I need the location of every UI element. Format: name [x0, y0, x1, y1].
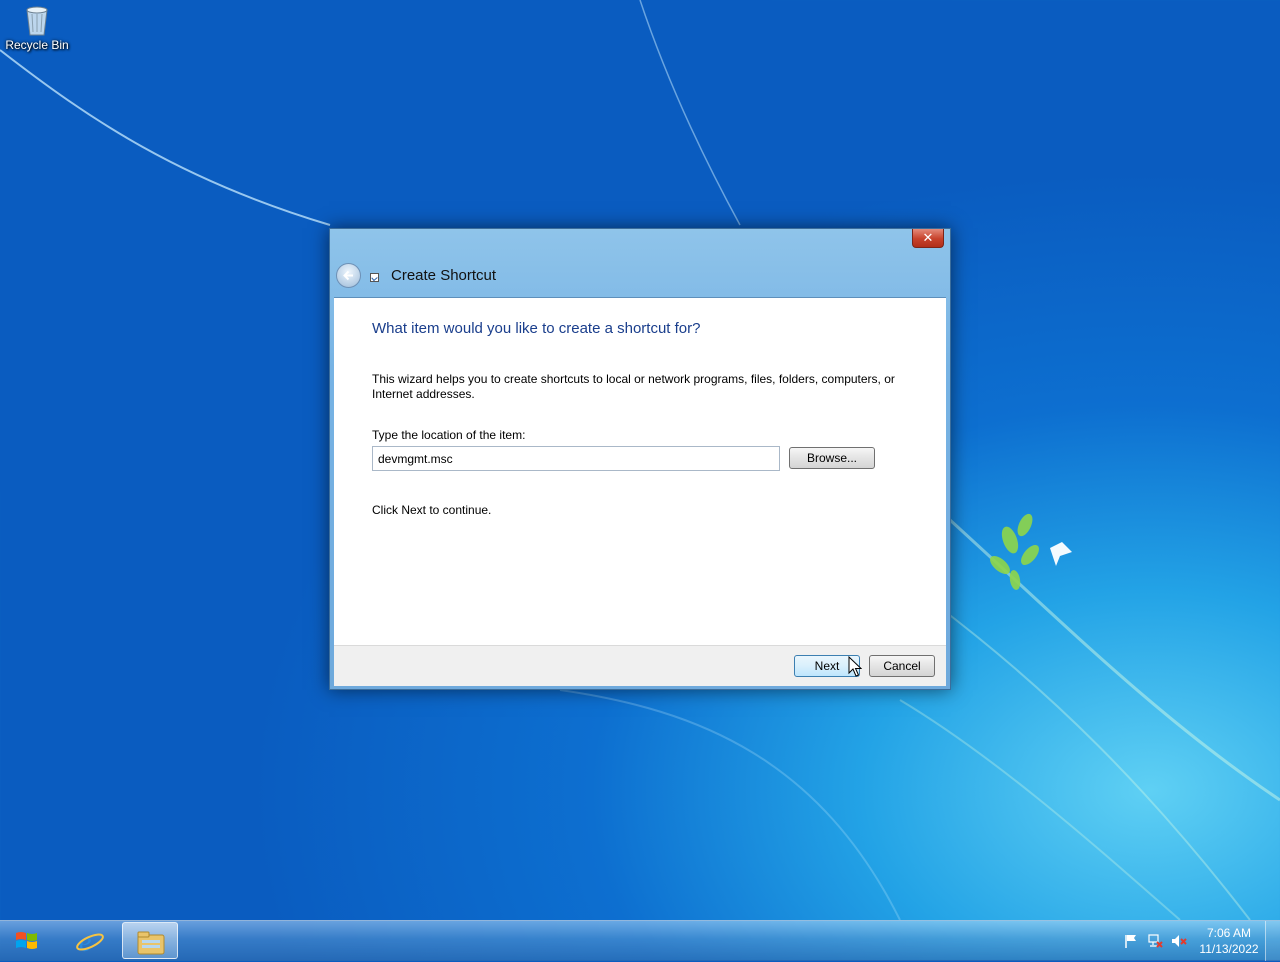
taskbar-clock[interactable]: 7:06 AM 11/13/2022 [1196, 925, 1262, 957]
clock-time: 7:06 AM [1206, 926, 1252, 940]
location-input[interactable] [372, 446, 780, 471]
mouse-cursor-icon [848, 656, 862, 677]
shortcut-icon [370, 273, 379, 282]
wizard-heading: What item would you like to create a sho… [372, 320, 701, 337]
cancel-button[interactable]: Cancel [869, 655, 935, 677]
start-orb-icon [16, 932, 37, 949]
wizard-description: This wizard helps you to create shortcut… [372, 372, 895, 401]
create-shortcut-dialog: ✕ Create Shortcut What item would you li… [329, 228, 951, 690]
location-label: Type the location of the item: [372, 428, 526, 442]
browse-button[interactable]: Browse... [789, 447, 875, 469]
back-button[interactable] [336, 263, 361, 288]
back-arrow-icon [343, 270, 353, 281]
start-button[interactable] [6, 923, 48, 959]
leaf-branch [990, 513, 1039, 590]
taskbar: e 7:06 AM 11/13/2022 [0, 920, 1280, 961]
show-desktop-button[interactable] [1265, 921, 1280, 961]
clock-date: 11/13/2022 [1199, 942, 1259, 956]
desktop-icon-label: Recycle Bin [5, 38, 69, 52]
action-center-flag-icon[interactable] [1123, 933, 1139, 949]
internet-explorer-icon: e [76, 927, 104, 956]
wizard-content: What item would you like to create a sho… [334, 297, 946, 646]
desktop-icon-recycle-bin[interactable]: Recycle Bin [2, 4, 72, 52]
taskbar-windows-explorer[interactable] [122, 922, 178, 959]
volume-muted-icon[interactable] [1171, 933, 1187, 949]
dialog-title: Create Shortcut [391, 267, 497, 284]
close-button[interactable]: ✕ [912, 229, 944, 248]
continue-instruction: Click Next to continue. [372, 503, 492, 517]
network-icon[interactable] [1147, 933, 1163, 949]
windows-explorer-icon [137, 931, 165, 955]
recycle-bin-icon [26, 6, 48, 36]
taskbar-internet-explorer[interactable]: e [62, 922, 118, 959]
